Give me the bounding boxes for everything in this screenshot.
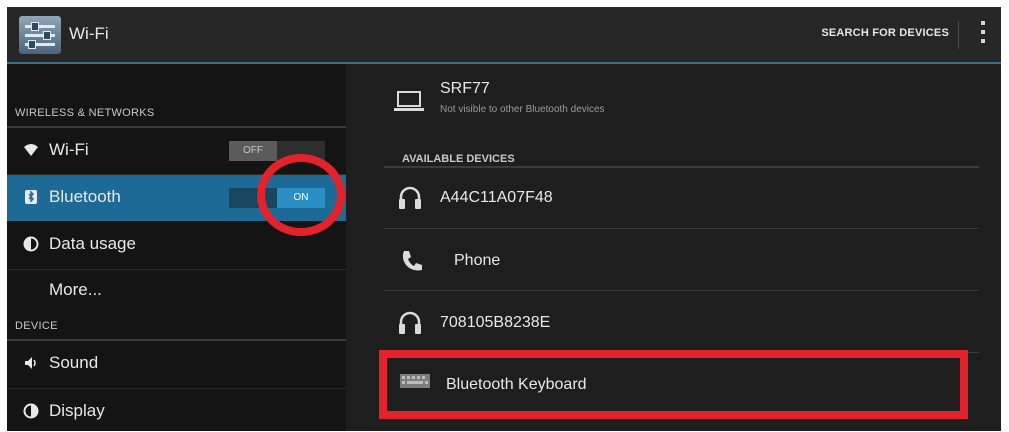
highlight-circle xyxy=(257,154,345,236)
speaker-icon xyxy=(23,355,39,371)
sidebar-item-sound[interactable]: Sound xyxy=(7,341,346,387)
wifi-toggle-state: OFF xyxy=(229,141,277,161)
settings-headers-list: WIRELESS & NETWORKS Wi-Fi OFF Bluetooth … xyxy=(7,64,346,431)
sidebar-item-label: Wi-Fi xyxy=(49,140,89,159)
screen: Wi-Fi SEARCH FOR DEVICES WIRELESS & NETW… xyxy=(7,7,1001,431)
sidebar-item-label: Data usage xyxy=(49,234,136,253)
wifi-icon xyxy=(23,142,39,158)
section-header-wireless: WIRELESS & NETWORKS xyxy=(15,107,155,119)
highlight-rectangle xyxy=(379,350,968,419)
headset-icon xyxy=(398,310,422,341)
bluetooth-icon xyxy=(23,189,39,205)
action-bar: Wi-Fi SEARCH FOR DEVICES xyxy=(7,7,1001,64)
laptop-icon xyxy=(394,90,424,117)
section-header-device: DEVICE xyxy=(15,320,58,332)
sidebar-item-more[interactable]: More... xyxy=(7,270,346,310)
phone-icon xyxy=(400,249,424,278)
search-for-devices-button[interactable]: SEARCH FOR DEVICES xyxy=(821,27,949,39)
divider xyxy=(384,228,979,229)
device-name: 708105B8238E xyxy=(440,314,551,331)
display-icon xyxy=(23,403,39,419)
data-usage-icon xyxy=(23,236,39,252)
action-divider xyxy=(958,21,959,49)
sidebar-item-label: Bluetooth xyxy=(49,187,121,206)
device-name: Phone xyxy=(454,252,501,269)
section-divider xyxy=(384,166,979,168)
headset-icon xyxy=(398,185,422,216)
divider xyxy=(384,290,979,291)
page-title: Wi-Fi xyxy=(69,24,109,43)
available-devices-header: AVAILABLE DEVICES xyxy=(402,153,515,165)
this-device-name: SRF77 xyxy=(440,80,490,97)
this-device-status: Not visible to other Bluetooth devices xyxy=(440,104,605,115)
device-name: A44C11A07F48 xyxy=(440,189,553,206)
sidebar-item-label: Sound xyxy=(49,353,99,372)
overflow-menu-icon[interactable] xyxy=(977,21,989,49)
settings-icon[interactable] xyxy=(19,16,61,54)
sidebar-item-label: More... xyxy=(49,280,102,299)
sidebar-item-display[interactable]: Display xyxy=(7,389,346,431)
sidebar-item-label: Display xyxy=(49,401,105,420)
bluetooth-device-list: SRF77 Not visible to other Bluetooth dev… xyxy=(346,64,1001,431)
